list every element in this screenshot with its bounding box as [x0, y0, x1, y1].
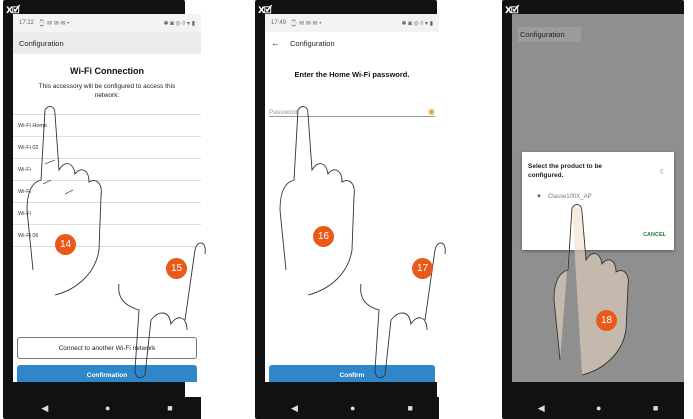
status-left-icons: ⌚ ✉ ✉ ✉ • [38, 20, 70, 27]
nav-recent-icon[interactable]: ■ [408, 403, 413, 413]
network-item[interactable]: Wi-Fi [13, 180, 201, 202]
status-right-icons: ✱ ◙ ◎ ◊ ▾ ▮ [163, 20, 196, 27]
confirmation-button[interactable]: Confirmation [17, 365, 197, 382]
cancel-button[interactable]: CANCEL [643, 232, 666, 238]
nav-back-icon[interactable]: ◀ [291, 403, 298, 414]
select-product-dialog: Select the product to be configured. ☾ ▼… [522, 152, 674, 250]
step-badge: 18 [596, 310, 617, 331]
navigation-bar: ◀ ● ■ [13, 397, 201, 419]
app-bar: ← Configuration [265, 32, 439, 54]
screen-1: 17:22 ⌚ ✉ ✉ ✉ • ✱ ◙ ◎ ◊ ▾ ▮ Configuratio… [13, 14, 201, 382]
spinner-icon: ☾ [659, 169, 666, 176]
appbar-title: Configuration [290, 38, 335, 48]
step-badge: 16 [313, 226, 334, 247]
network-item[interactable]: Wi-Fi 02 [13, 136, 201, 158]
network-item[interactable]: Wi-Fi 06 [13, 224, 201, 247]
nav-back-icon[interactable]: ◀ [538, 403, 545, 414]
network-list: Wi-Fi Home Wi-Fi 02 Wi-Fi Wi-Fi Wi-Fi Wi… [13, 114, 201, 247]
phone-screen-1: X🗹 17:22 ⌚ ✉ ✉ ✉ • ✱ ◙ ◎ ◊ ▾ ▮ Configura… [3, 0, 201, 419]
navigation-bar: ◀ ● ■ [265, 397, 439, 419]
status-left-icons: ⌚ ✉ ✉ ✉ • [290, 20, 322, 27]
connect-other-network-button[interactable]: Connect to another Wi-Fi network [17, 337, 197, 359]
network-item[interactable]: Wi-Fi [13, 202, 201, 224]
nav-recent-icon[interactable]: ■ [167, 403, 172, 413]
eye-icon[interactable]: ◉ [428, 107, 435, 116]
wifi-icon: ▼ [536, 194, 542, 200]
navigation-bar: ◀ ● ■ [512, 397, 684, 419]
phone-screen-2: X🗹 17:49 ⌚ ✉ ✉ ✉ • ✱ ◙ ◎ ◊ ▾ ▮ ← Configu… [255, 0, 439, 419]
screen-2: 17:49 ⌚ ✉ ✉ ✉ • ✱ ◙ ◎ ◊ ▾ ▮ ← Configurat… [265, 14, 439, 382]
network-item[interactable]: Wi-Fi [13, 158, 201, 180]
password-field[interactable]: Password ◉ [269, 101, 435, 117]
wifi-connection-subtitle: This accessory will be configured to acc… [38, 83, 176, 99]
arrow-left-icon[interactable]: ← [271, 38, 280, 48]
status-time: 17:49 [271, 20, 287, 26]
status-bar: 17:22 ⌚ ✉ ✉ ✉ • ✱ ◙ ◎ ◊ ▾ ▮ [13, 14, 201, 32]
appbar-title: Configuration [19, 38, 64, 48]
step-badge: 14 [55, 234, 76, 255]
nav-home-icon[interactable]: ● [596, 403, 601, 413]
nav-home-icon[interactable]: ● [105, 403, 110, 413]
network-item[interactable]: Wi-Fi Home [13, 114, 201, 136]
nav-back-icon[interactable]: ◀ [41, 403, 48, 414]
app-bar: Configuration [13, 32, 201, 54]
password-placeholder: Password [269, 109, 298, 116]
app-bar: Configuration [512, 24, 684, 44]
confirm-button[interactable]: Confirm [269, 365, 435, 382]
product-name: Classe100X_AP [547, 194, 592, 200]
dialog-title: Select the product to be configured. [528, 163, 603, 179]
nav-home-icon[interactable]: ● [350, 403, 355, 413]
phone-screen-3: X🗹 Configuration Select the product to b… [502, 0, 684, 419]
appbar-title: Configuration [518, 26, 581, 42]
step-badge: 15 [166, 258, 187, 279]
wifi-connection-title: Wi-Fi Connection [70, 66, 144, 76]
enter-password-title: Enter the Home Wi-Fi password. [294, 70, 410, 79]
status-bar: 17:49 ⌚ ✉ ✉ ✉ • ✱ ◙ ◎ ◊ ▾ ▮ [265, 14, 439, 32]
status-time: 17:22 [19, 20, 35, 26]
product-item[interactable]: ▼ Classe100X_AP [536, 194, 674, 200]
step-badge: 17 [412, 258, 433, 279]
nav-recent-icon[interactable]: ■ [653, 403, 658, 413]
status-right-icons: ✱ ◙ ◎ ◊ ▾ ▮ [401, 20, 434, 27]
